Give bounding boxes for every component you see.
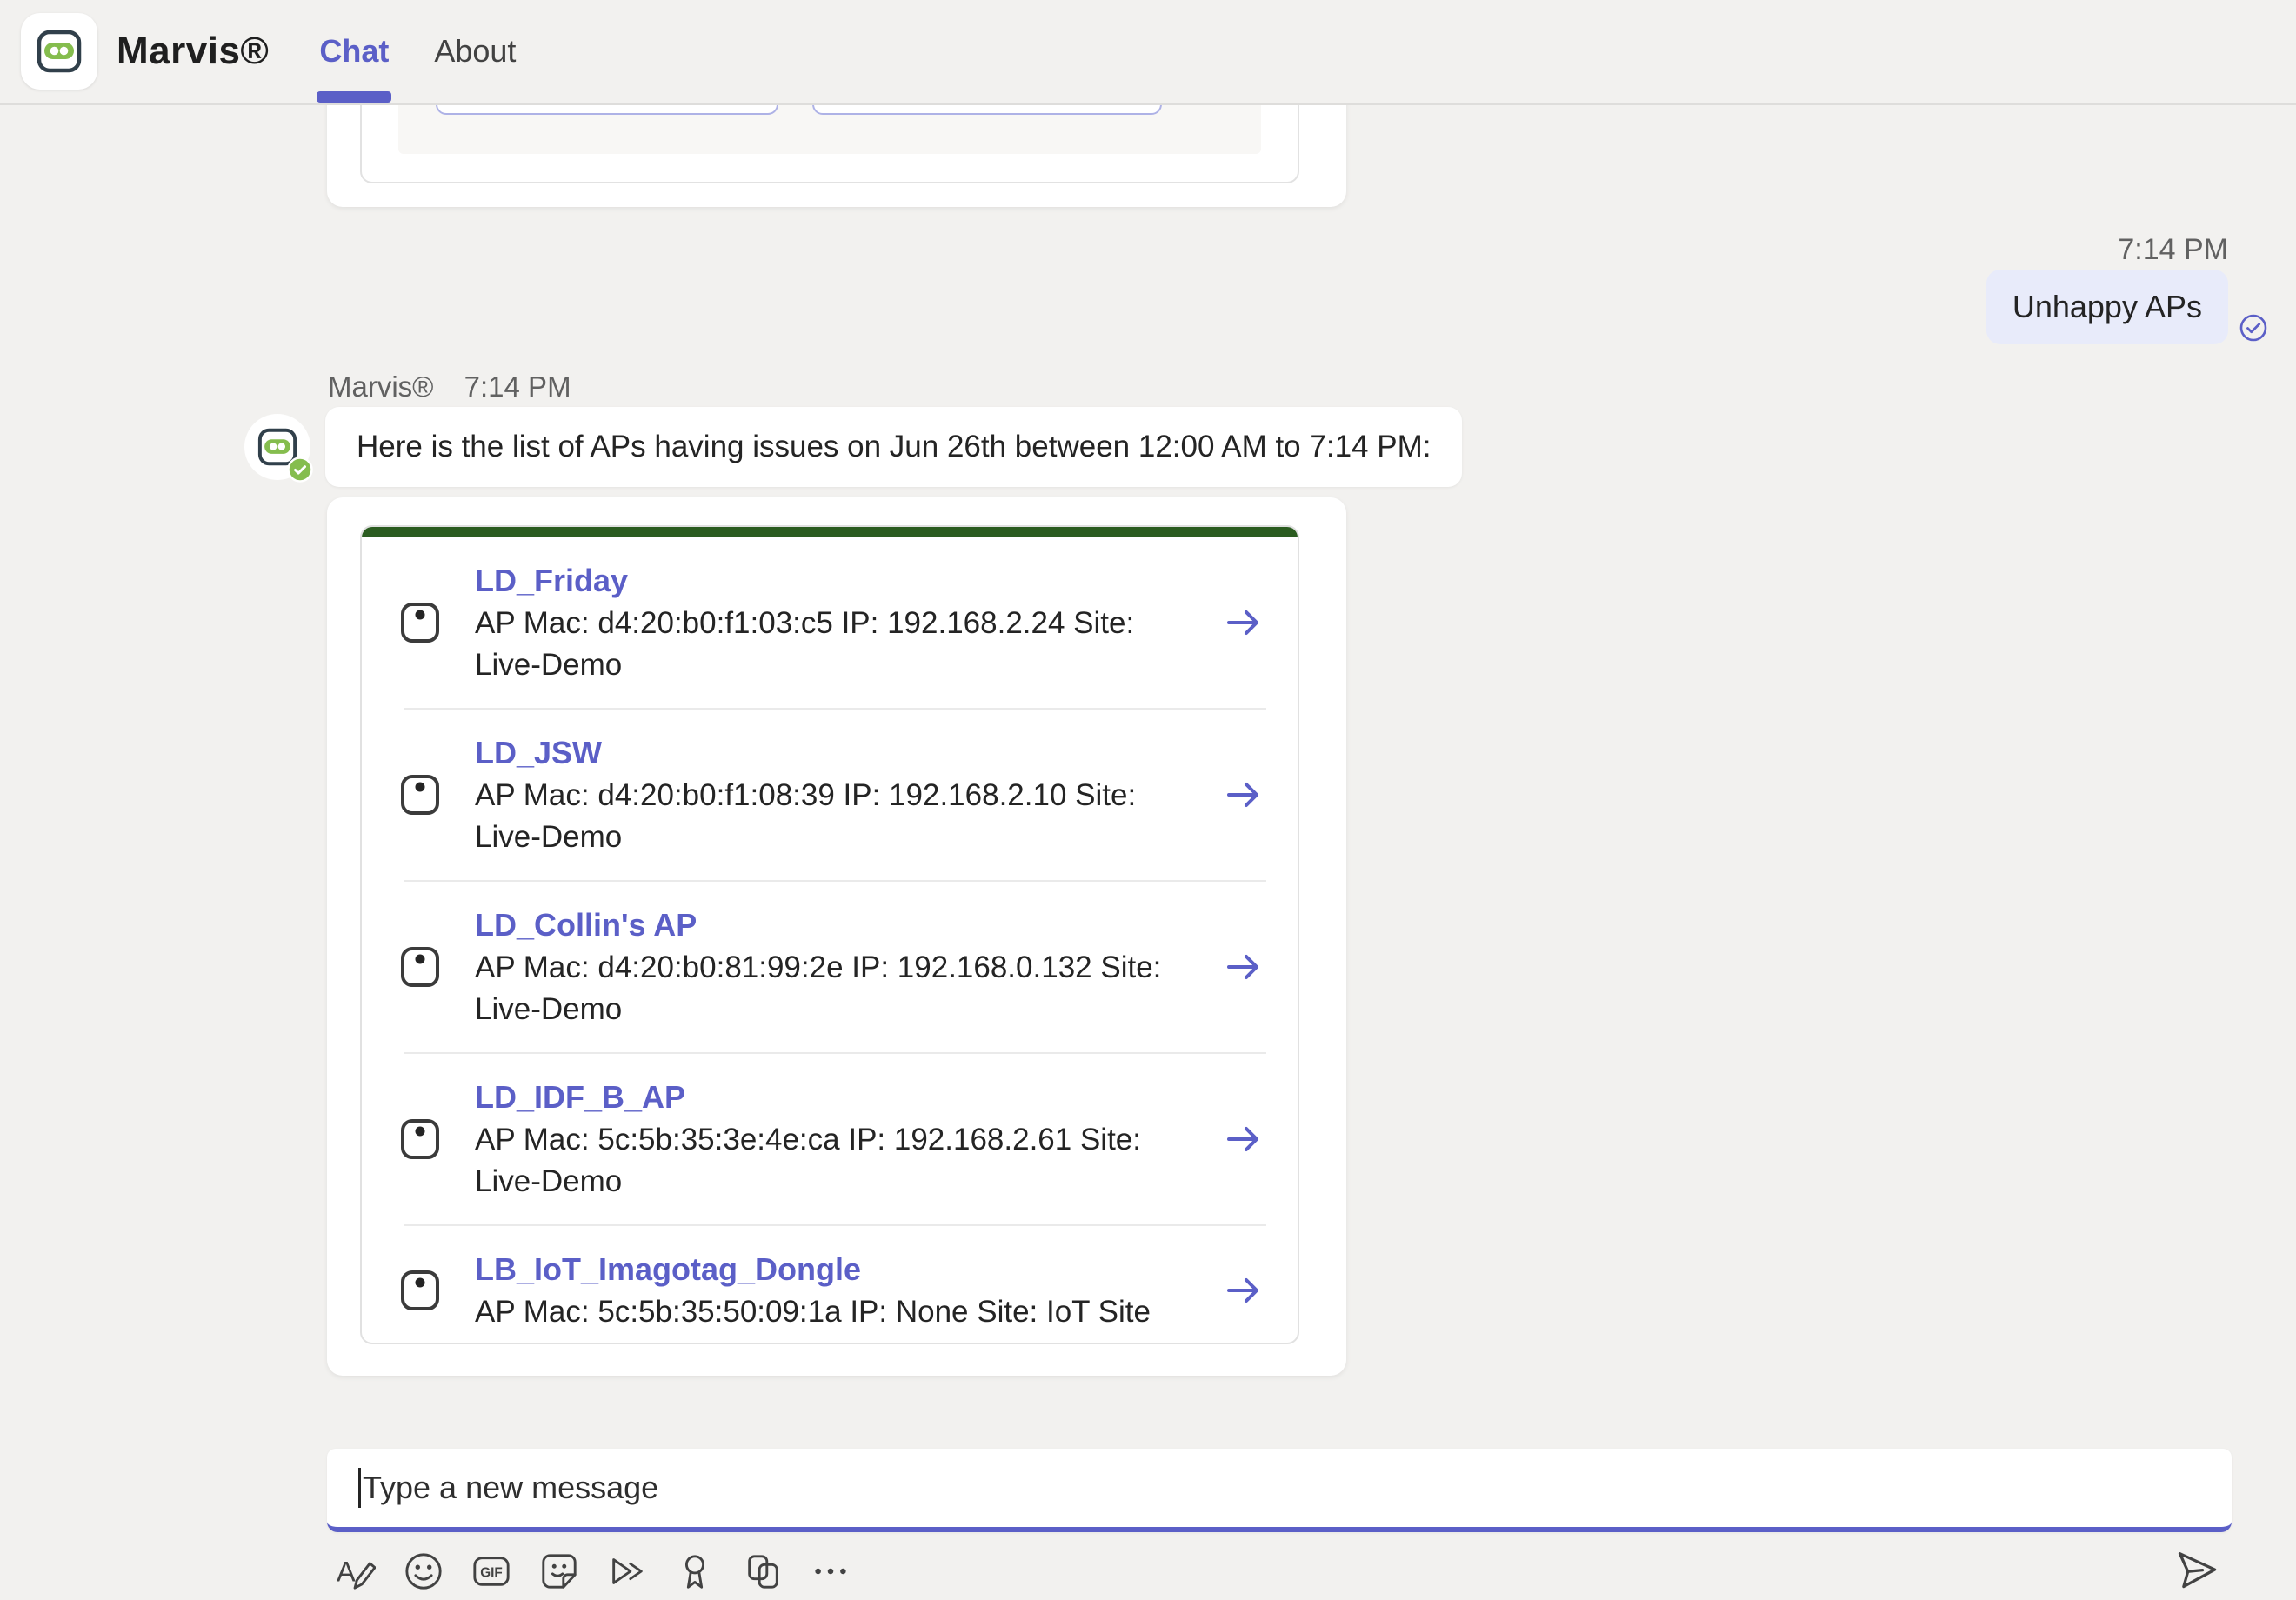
ap-details: AP Mac: d4:20:b0:f1:03:c5 IP: 192.168.2.…: [475, 603, 1188, 686]
arrow-right-icon[interactable]: [1223, 946, 1265, 988]
online-check-badge-icon: [287, 457, 313, 483]
send-icon[interactable]: [2174, 1546, 2219, 1591]
ap-list: LD_Friday AP Mac: d4:20:b0:f1:03:c5 IP: …: [362, 537, 1298, 1344]
marvis-robot-icon: [31, 23, 87, 79]
ap-name-link[interactable]: LD_Collin's AP: [475, 903, 1188, 947]
more-options-icon[interactable]: [811, 1551, 851, 1591]
ap-name-link[interactable]: LB_IoT_Imagotag_Dongle: [475, 1248, 1188, 1291]
composer-toolbar: A GIF: [336, 1551, 851, 1591]
app-logo: [21, 13, 97, 90]
ap-text: LD_IDF_B_AP AP Mac: 5c:5b:35:3e:4e:ca IP…: [475, 1076, 1188, 1203]
apps-icon[interactable]: [743, 1551, 783, 1591]
marvis-chat-window: Marvis® Chat About 7:14 PM Unhappy APs M…: [0, 0, 2296, 1600]
ap-text: LD_Friday AP Mac: d4:20:b0:f1:03:c5 IP: …: [475, 559, 1188, 686]
bot-avatar: [244, 414, 310, 480]
access-point-icon: [400, 946, 440, 988]
incoming-timestamp: 7:14 PM: [464, 370, 571, 403]
incoming-message-meta: Marvis® 7:14 PM: [328, 370, 571, 403]
format-icon[interactable]: A: [336, 1551, 376, 1591]
ap-name-link[interactable]: LD_IDF_B_AP: [475, 1076, 1188, 1119]
tab-chat-label: Chat: [319, 33, 389, 70]
ap-list-item: LD_JSW AP Mac: d4:20:b0:f1:08:39 IP: 192…: [362, 710, 1298, 880]
arrow-right-icon[interactable]: [1223, 774, 1265, 816]
input-placeholder: Type a new message: [363, 1470, 658, 1506]
ap-text: LD_JSW AP Mac: d4:20:b0:f1:08:39 IP: 192…: [475, 731, 1188, 858]
text-caret: [358, 1468, 361, 1508]
arrow-right-icon[interactable]: [1223, 602, 1265, 643]
gif-icon[interactable]: GIF: [471, 1551, 511, 1591]
incoming-message-text: Here is the list of APs having issues on…: [357, 430, 1431, 463]
sticker-icon[interactable]: [539, 1551, 579, 1591]
ap-list-card: LD_Friday AP Mac: d4:20:b0:f1:03:c5 IP: …: [360, 525, 1299, 1344]
svg-text:GIF: GIF: [480, 1566, 503, 1581]
app-header: Marvis® Chat About: [0, 0, 2296, 105]
ap-list-item: LD_Collin's AP AP Mac: d4:20:b0:81:99:2e…: [362, 882, 1298, 1052]
access-point-icon: [400, 1270, 440, 1311]
active-tab-underline: [317, 91, 391, 103]
sender-name: Marvis®: [328, 370, 433, 403]
ap-list-item: LD_IDF_B_AP AP Mac: 5c:5b:35:3e:4e:ca IP…: [362, 1054, 1298, 1224]
ap-text: LD_Collin's AP AP Mac: d4:20:b0:81:99:2e…: [475, 903, 1188, 1030]
stream-icon[interactable]: [607, 1551, 647, 1591]
tab-about[interactable]: About: [411, 0, 538, 103]
ap-name-link[interactable]: LD_Friday: [475, 559, 1188, 603]
arrow-right-icon[interactable]: [1223, 1270, 1265, 1311]
outgoing-message-text: Unhappy APs: [2012, 289, 2202, 324]
access-point-icon: [400, 1118, 440, 1160]
ap-details: AP Mac: d4:20:b0:81:99:2e IP: 192.168.0.…: [475, 947, 1188, 1030]
card-accent-bar: [362, 527, 1298, 537]
tab-bar: Chat About: [297, 0, 538, 103]
arrow-right-icon[interactable]: [1223, 1118, 1265, 1160]
ap-list-item: LB_IoT_Imagotag_Dongle AP Mac: 5c:5b:35:…: [362, 1226, 1298, 1344]
app-title: Marvis®: [117, 30, 269, 73]
tab-about-label: About: [434, 33, 516, 70]
message-input[interactable]: Type a new message: [327, 1449, 2232, 1532]
outgoing-timestamp: 7:14 PM: [2118, 233, 2228, 267]
ap-list-item: LD_Friday AP Mac: d4:20:b0:f1:03:c5 IP: …: [362, 537, 1298, 708]
outgoing-message-bubble: Unhappy APs: [1986, 270, 2228, 344]
ap-details: AP Mac: 5c:5b:35:3e:4e:ca IP: 192.168.2.…: [475, 1119, 1188, 1203]
access-point-icon: [400, 602, 440, 643]
ap-name-link[interactable]: LD_JSW: [475, 731, 1188, 775]
tab-chat[interactable]: Chat: [297, 0, 411, 103]
ap-details: AP Mac: 5c:5b:35:50:09:1a IP: None Site:…: [475, 1291, 1188, 1333]
access-point-icon: [400, 774, 440, 816]
praise-icon[interactable]: [675, 1551, 715, 1591]
sent-check-icon: [2239, 313, 2268, 343]
svg-text:A: A: [337, 1557, 356, 1588]
incoming-message-bubble: Here is the list of APs having issues on…: [325, 407, 1462, 487]
ap-text: LB_IoT_Imagotag_Dongle AP Mac: 5c:5b:35:…: [475, 1248, 1188, 1333]
emoji-icon[interactable]: [404, 1551, 444, 1591]
ap-details: AP Mac: d4:20:b0:f1:08:39 IP: 192.168.2.…: [475, 775, 1188, 858]
ap-list-message: LD_Friday AP Mac: d4:20:b0:f1:03:c5 IP: …: [327, 497, 1346, 1376]
